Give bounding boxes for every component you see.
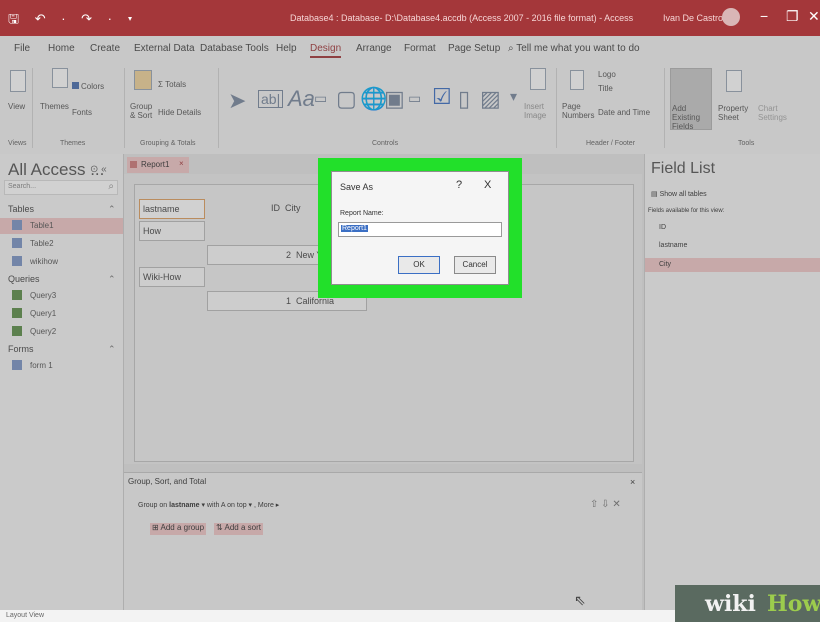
close-dialog-button[interactable]: X: [484, 179, 491, 191]
modal-overlay: [0, 36, 820, 610]
help-button[interactable]: ?: [456, 179, 462, 191]
close-window-button[interactable]: ✕: [808, 8, 820, 25]
minimize-button[interactable]: −: [760, 8, 768, 24]
report-name-value: Report1: [341, 225, 368, 232]
cancel-button[interactable]: Cancel: [454, 256, 496, 274]
avatar[interactable]: [722, 8, 740, 26]
title-bar: 🖫 ↶ · ↷ · ▾ Database4 : Database- D:\Dat…: [0, 0, 820, 36]
report-name-label: Report Name:: [340, 210, 384, 217]
report-name-input[interactable]: Report1: [338, 222, 502, 237]
window-title: Database4 : Database- D:\Database4.accdb…: [290, 13, 634, 23]
dialog-title: Save As: [340, 182, 374, 192]
quick-access-toolbar[interactable]: 🖫 ↶ · ↷ · ▾: [8, 10, 138, 32]
status-text: Layout View: [6, 612, 45, 619]
user-name[interactable]: Ivan De Castro: [663, 13, 723, 23]
save-as-dialog: Save As ? X Report Name: Report1 OK Canc…: [331, 171, 509, 285]
watermark-how: How: [767, 591, 820, 617]
mouse-cursor-icon: ⇖: [574, 592, 586, 608]
ok-button[interactable]: OK: [398, 256, 440, 274]
restore-button[interactable]: ❐: [786, 8, 799, 25]
watermark-wiki: wiki: [705, 591, 756, 617]
wikihow-watermark: wiki How: [675, 585, 820, 622]
